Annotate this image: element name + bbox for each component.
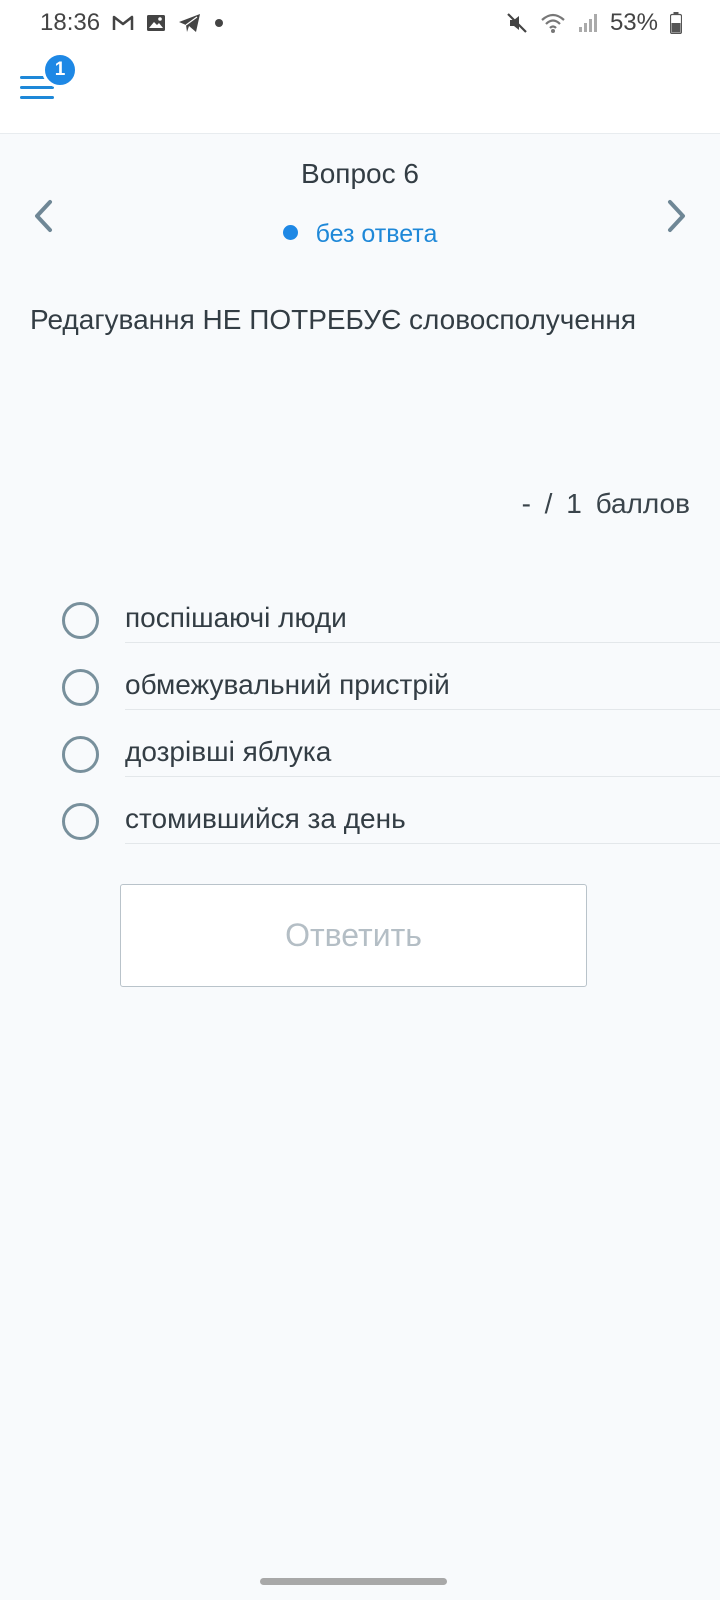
top-app-bar: 1: [0, 46, 720, 134]
question-title: Вопрос 6: [301, 158, 419, 189]
next-question-chevron-icon[interactable]: [656, 196, 696, 236]
signal-icon: [578, 13, 598, 33]
battery-percentage: 53%: [609, 9, 658, 36]
question-text: Редагування НЕ ПОТРЕБУЄ словосполучення: [30, 304, 637, 335]
gmail-icon: [112, 14, 134, 32]
gallery-icon: [146, 13, 166, 33]
battery-icon: [670, 12, 682, 34]
status-bar-left: 18:36: [40, 9, 224, 37]
answer-option-label: обмежувальний пристрій: [125, 664, 720, 710]
answer-option-label: стомившийся за день: [125, 798, 720, 844]
wifi-icon: [540, 12, 566, 34]
telegram-icon: [178, 13, 202, 33]
answer-option[interactable]: дозрівші яблука: [62, 731, 720, 798]
status-bar: 18:36 53%: [0, 0, 720, 46]
question-score: - / 1 баллов: [521, 488, 690, 519]
radio-button[interactable]: [62, 803, 99, 840]
status-dot-icon: [282, 225, 298, 240]
dot-icon: [214, 18, 224, 28]
mute-icon: [506, 12, 528, 34]
notification-badge: 1: [42, 52, 78, 88]
answer-option[interactable]: поспішаючі люди: [62, 597, 720, 664]
home-indicator[interactable]: [260, 1578, 447, 1585]
answer-status: без ответа: [0, 220, 720, 249]
status-time: 18:36: [40, 9, 101, 36]
submit-answer-button[interactable]: Ответить: [120, 884, 587, 987]
answer-option[interactable]: обмежувальний пристрій: [62, 664, 720, 731]
radio-button[interactable]: [62, 669, 99, 706]
answer-option-label: дозрівші яблука: [125, 731, 720, 777]
radio-button[interactable]: [62, 736, 99, 773]
status-bar-right: 53%: [506, 9, 682, 37]
answer-status-text: без ответа: [315, 220, 438, 248]
answer-option-label: поспішаючі люди: [125, 597, 720, 643]
answer-options: поспішаючі люди обмежувальний пристрій д…: [62, 597, 720, 865]
radio-button[interactable]: [62, 602, 99, 639]
answer-option[interactable]: стомившийся за день: [62, 798, 720, 865]
